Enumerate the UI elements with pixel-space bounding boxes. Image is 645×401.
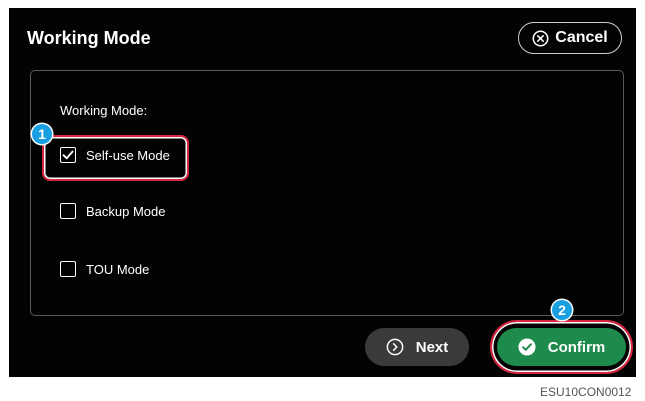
confirm-label: Confirm (547, 338, 606, 356)
option-label: TOU Mode (86, 261, 150, 277)
page-title: Working Mode (27, 28, 151, 48)
confirm-button[interactable]: Confirm (497, 328, 626, 366)
next-button[interactable]: Next (365, 328, 469, 366)
chevron-right-circle-icon (386, 338, 404, 356)
close-circle-icon (532, 30, 549, 46)
option-tou[interactable]: TOU Mode (60, 261, 149, 277)
cancel-button[interactable]: Cancel (518, 22, 622, 54)
check-circle-icon (518, 338, 536, 356)
option-label: Backup Mode (86, 203, 166, 219)
cancel-label: Cancel (555, 29, 608, 46)
checkbox-unchecked[interactable] (60, 203, 76, 219)
checkmark-icon (62, 150, 74, 160)
step-marker-2: 2 (552, 300, 572, 320)
section-label: Working Mode: (60, 103, 148, 118)
checkbox-checked[interactable] (60, 147, 76, 163)
option-label: Self-use Mode (86, 147, 170, 163)
next-label: Next (415, 338, 449, 356)
option-self-use[interactable]: Self-use Mode (60, 147, 170, 163)
figure-code: ESU10CON0012 (540, 385, 632, 399)
step-marker-1: 1 (32, 124, 52, 144)
checkbox-unchecked[interactable] (60, 261, 76, 277)
option-backup[interactable]: Backup Mode (60, 203, 166, 219)
